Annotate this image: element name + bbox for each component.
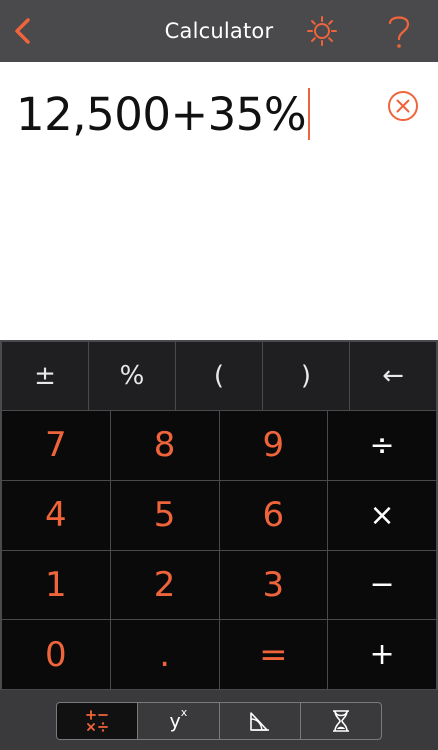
text-caret xyxy=(308,88,311,140)
close-paren-key[interactable]: ) xyxy=(263,342,349,410)
digit-5-key[interactable]: 5 xyxy=(110,480,219,550)
number-grid: 7 8 9 ÷ 4 5 6 × 1 2 3 − 0 . = + xyxy=(2,411,436,689)
equals-key[interactable]: = xyxy=(219,620,328,689)
digit-9-key[interactable]: 9 xyxy=(219,411,328,480)
clear-button[interactable] xyxy=(386,89,420,123)
digit-6-key[interactable]: 6 xyxy=(219,480,328,550)
hourglass-icon xyxy=(332,710,349,732)
digit-8-key[interactable]: 8 xyxy=(110,411,219,480)
digit-1-key[interactable]: 1 xyxy=(2,550,110,620)
plus-minus-key[interactable]: ± xyxy=(2,342,88,410)
digit-0-key[interactable]: 0 xyxy=(2,620,110,689)
bottom-bar: yx xyxy=(0,690,438,750)
app-header: Calculator xyxy=(0,0,438,62)
tab-basic[interactable] xyxy=(57,703,139,739)
open-paren-key[interactable]: ( xyxy=(176,342,262,410)
subtract-key[interactable]: − xyxy=(328,550,436,620)
divide-key[interactable]: ÷ xyxy=(328,411,436,480)
expression-text: 12,500+35% xyxy=(16,87,307,141)
geometry-icon xyxy=(249,712,269,731)
digit-4-key[interactable]: 4 xyxy=(2,480,110,550)
mode-tabs: yx xyxy=(56,702,382,740)
tab-power[interactable]: yx xyxy=(138,703,220,739)
page-title: Calculator xyxy=(164,19,274,43)
help-button[interactable] xyxy=(378,0,420,62)
sun-icon xyxy=(307,16,337,46)
theme-button[interactable] xyxy=(302,0,342,62)
power-tab-label: yx xyxy=(169,705,188,733)
clear-circle-icon xyxy=(388,91,418,121)
percent-key[interactable]: % xyxy=(89,342,175,410)
backspace-key[interactable]: ← xyxy=(350,342,436,410)
tab-time[interactable] xyxy=(301,703,381,739)
decimal-key[interactable]: . xyxy=(110,620,219,689)
add-key[interactable]: + xyxy=(328,620,436,689)
function-row: ± % ( ) ← xyxy=(2,342,436,410)
keypad: ± % ( ) ← 7 8 9 ÷ 4 5 6 × 1 2 3 − 0 . = … xyxy=(0,340,438,690)
digit-3-key[interactable]: 3 xyxy=(219,550,328,620)
multiply-key[interactable]: × xyxy=(328,480,436,550)
digit-2-key[interactable]: 2 xyxy=(110,550,219,620)
basic-operations-icon xyxy=(86,710,109,732)
question-mark-icon xyxy=(388,16,410,48)
digit-7-key[interactable]: 7 xyxy=(2,411,110,480)
expression-field[interactable]: 12,500+35% xyxy=(16,84,311,144)
tab-geometry[interactable] xyxy=(220,703,301,739)
expression-display[interactable]: 12,500+35% xyxy=(0,62,438,340)
